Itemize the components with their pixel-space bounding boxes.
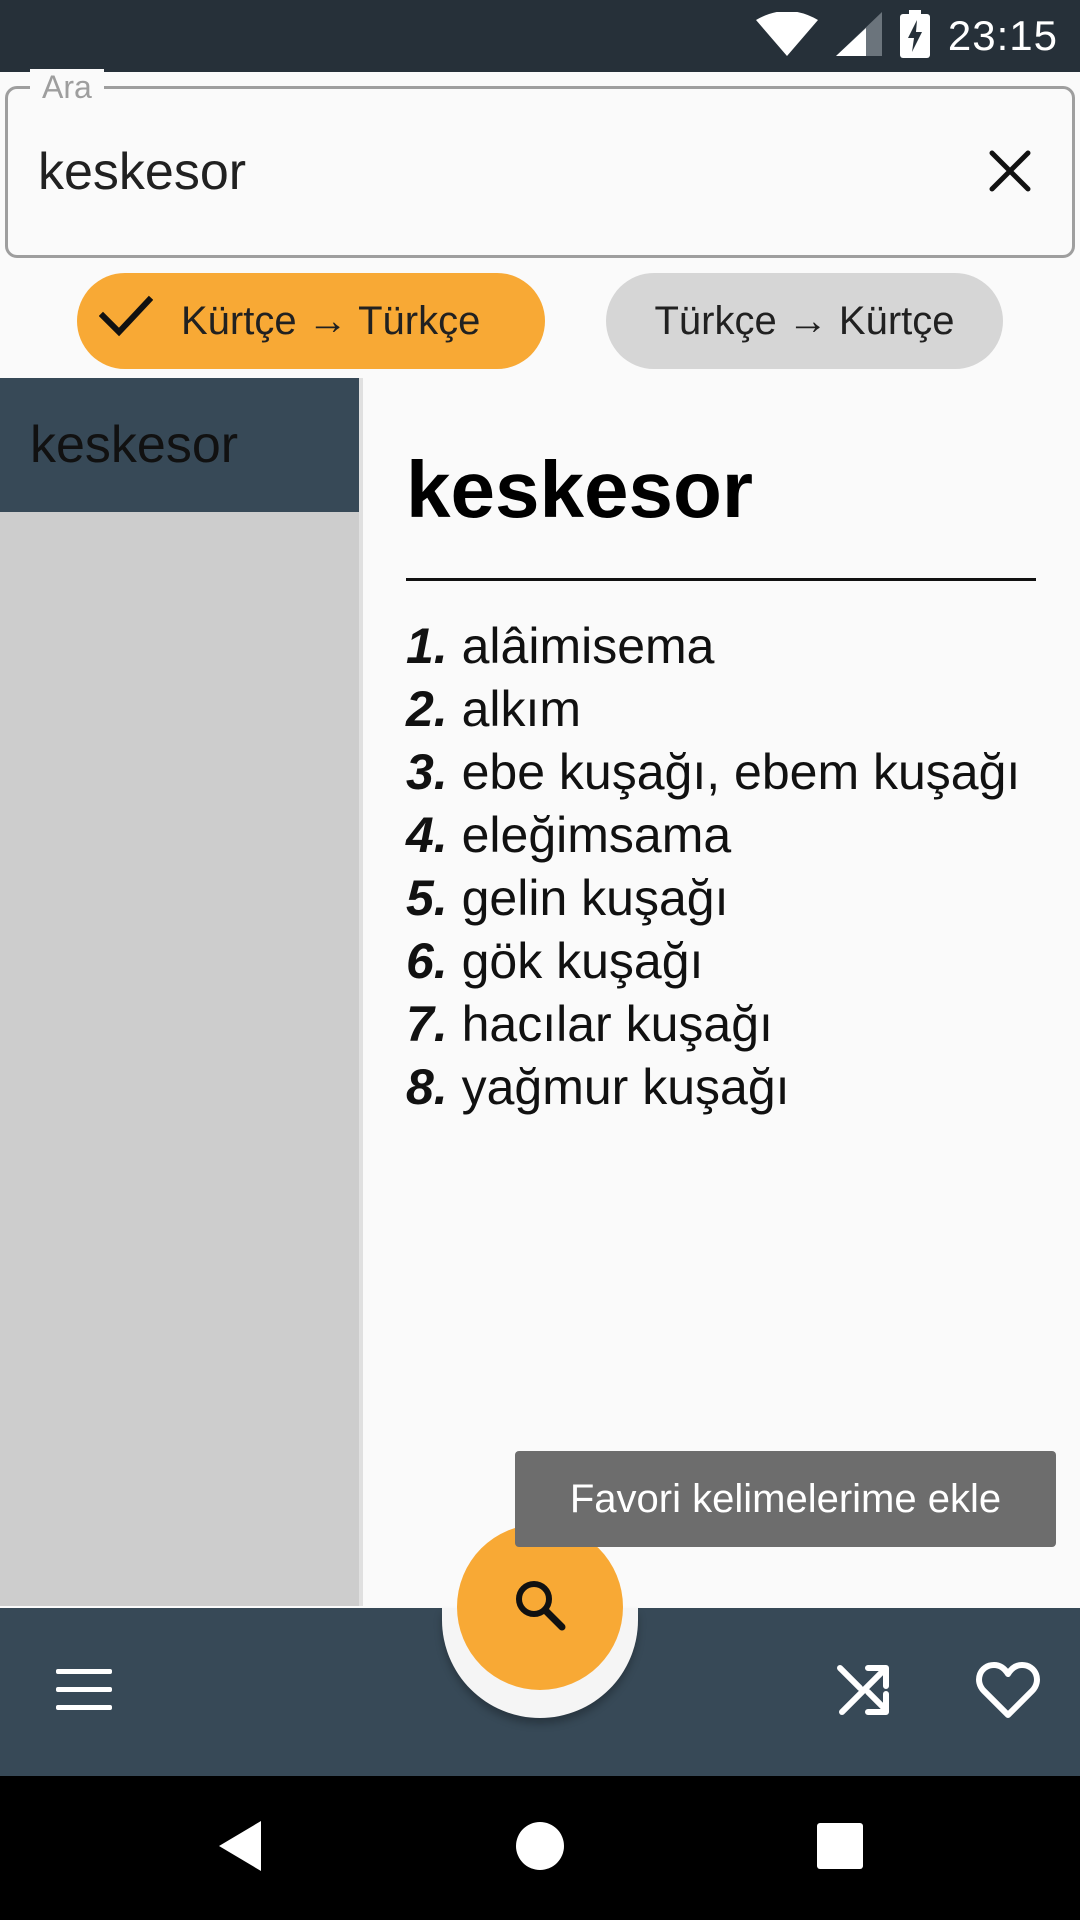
meaning-item: 1. alâimisema: [406, 618, 715, 674]
recents-button[interactable]: [790, 1798, 890, 1898]
back-icon: [215, 1819, 265, 1878]
meanings-list: 1. alâimisema 2. alkım 3. ebe kuşağı, eb…: [406, 615, 1036, 1119]
chip-kurdish-turkish[interactable]: Kürtçe → Türkçe: [77, 273, 545, 369]
meaning-item: 4. eleğimsama: [406, 807, 732, 863]
close-icon: [988, 149, 1032, 198]
list-item[interactable]: keskesor: [0, 378, 359, 512]
divider: [406, 578, 1036, 581]
search-input[interactable]: [38, 137, 938, 207]
search-icon: [512, 1577, 568, 1638]
status-time: 23:15: [947, 12, 1058, 59]
meaning-item: 5. gelin kuşağı: [406, 870, 729, 926]
wifi-icon: [755, 10, 818, 61]
word-list: keskesor: [0, 378, 359, 1606]
chip-label: Türkçe → Kürtçe: [654, 298, 955, 343]
meaning-item: 3. ebe kuşağı, ebem kuşağı: [406, 744, 1021, 800]
screen: 23:15 Ara Kürtçe → Türkçe Türkçe → Kürtç…: [0, 0, 1080, 1920]
status-icons: 23:15: [755, 9, 1058, 63]
home-button[interactable]: [490, 1798, 590, 1898]
check-icon: [98, 294, 154, 348]
definition-panel: keskesor 1. alâimisema 2. alkım 3. ebe k…: [406, 440, 1036, 1119]
shuffle-button[interactable]: [816, 1644, 912, 1740]
home-icon: [514, 1820, 566, 1877]
clear-search-button[interactable]: [970, 133, 1050, 213]
favorite-tooltip: Favori kelimelerime ekle: [515, 1451, 1056, 1547]
back-button[interactable]: [190, 1798, 290, 1898]
battery-charging-icon: [899, 9, 930, 63]
favorite-button[interactable]: [960, 1644, 1056, 1740]
meaning-item: 2. alkım: [406, 681, 582, 737]
status-bar: 23:15: [0, 0, 1080, 72]
meaning-item: 6. gök kuşağı: [406, 933, 704, 989]
search-fab-button[interactable]: [457, 1524, 623, 1690]
system-nav-bar: [0, 1776, 1080, 1920]
shuffle-icon: [836, 1662, 892, 1723]
chip-label: Kürtçe → Türkçe: [181, 298, 481, 343]
heart-outline-icon: [976, 1661, 1040, 1724]
meaning-item: 8. yağmur kuşağı: [406, 1059, 790, 1115]
headword: keskesor: [406, 445, 753, 534]
meaning-item: 7. hacılar kuşağı: [406, 996, 773, 1052]
search-label: Ara: [30, 69, 104, 106]
menu-icon: [56, 1668, 112, 1716]
divider: [359, 378, 363, 1606]
search-box[interactable]: Ara: [5, 69, 1075, 258]
menu-button[interactable]: [36, 1644, 132, 1740]
recents-icon: [817, 1822, 863, 1874]
cell-signal-icon: [835, 11, 882, 61]
chip-turkish-kurdish[interactable]: Türkçe → Kürtçe: [606, 273, 1003, 369]
